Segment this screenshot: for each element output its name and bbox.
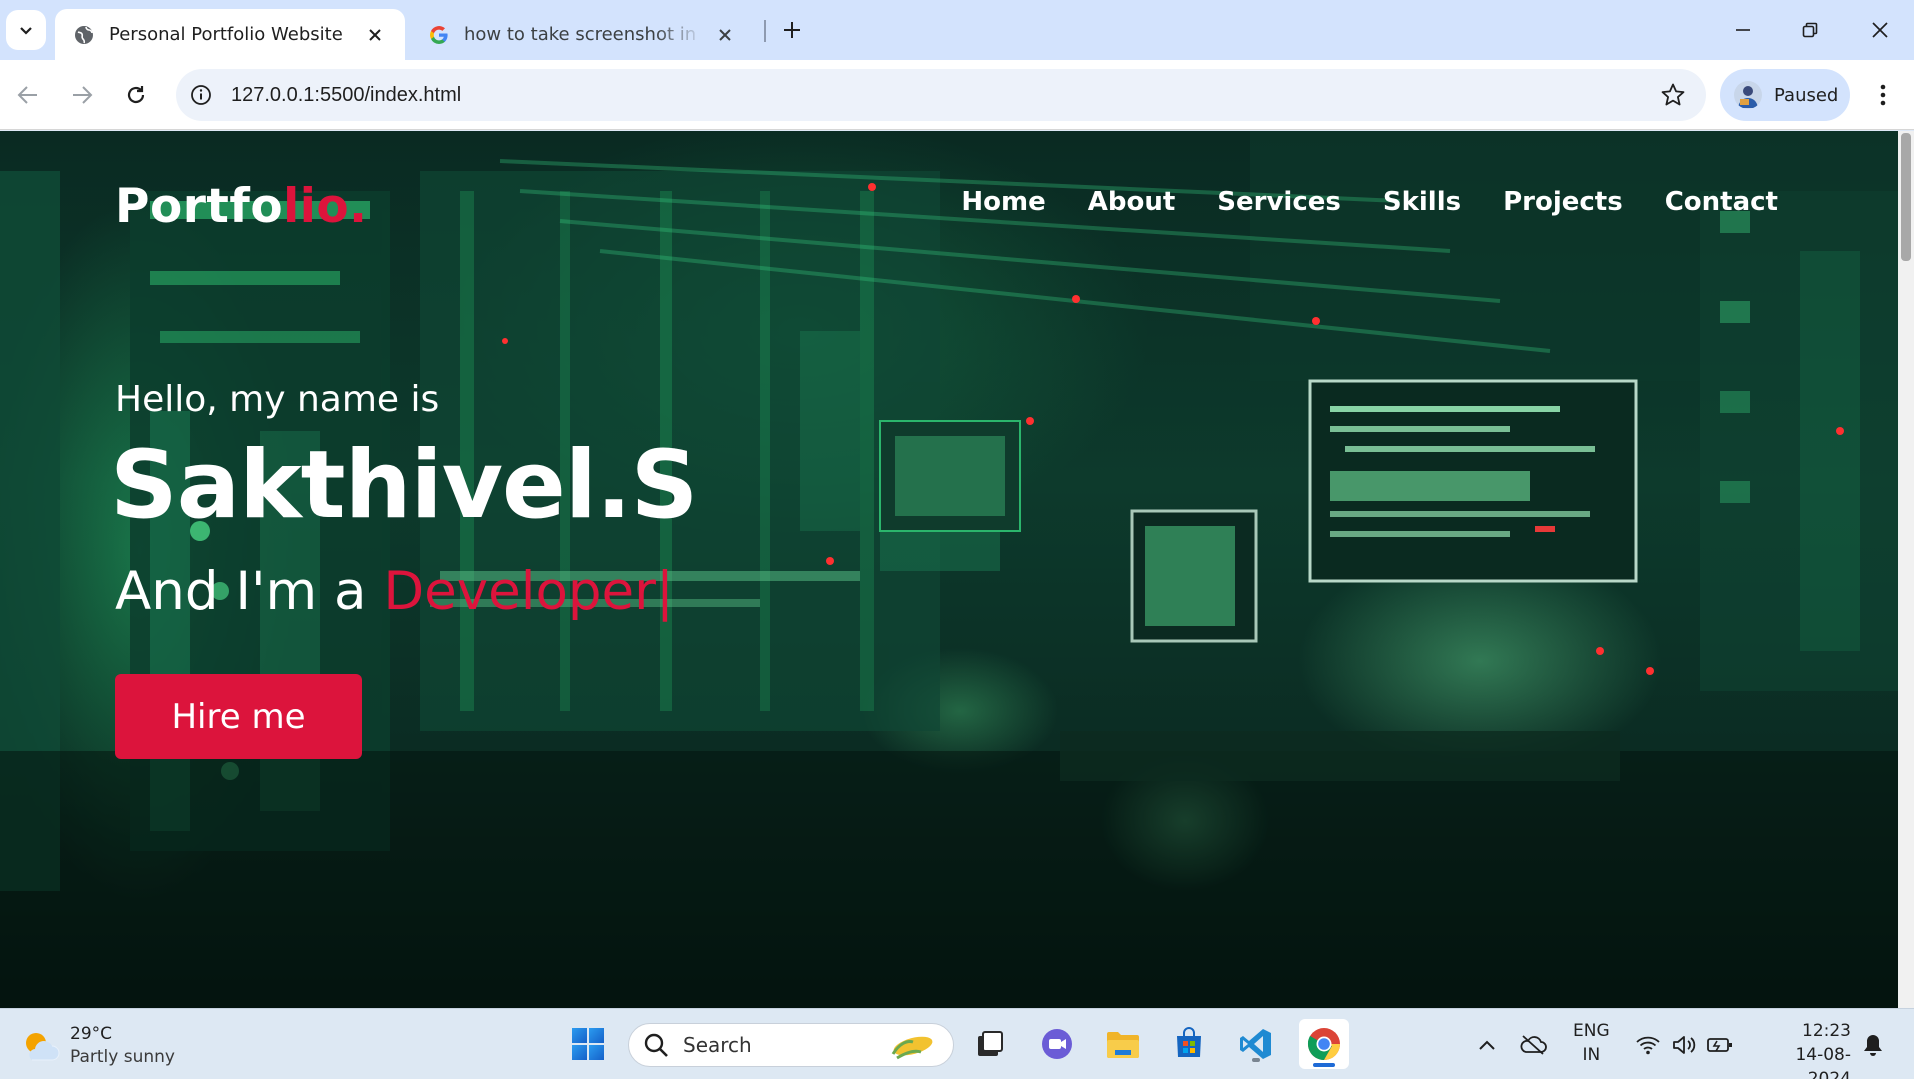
nav-skills[interactable]: Skills	[1383, 187, 1461, 217]
minimize-button[interactable]	[1713, 10, 1773, 50]
teams-chat-button[interactable]	[1035, 1022, 1079, 1066]
hero-role: And I'm a Developer|	[115, 561, 674, 622]
browser-toolbar: 127.0.0.1:5500/index.html Paused	[0, 60, 1914, 130]
partly-sunny-icon	[20, 1026, 60, 1066]
nav-contact[interactable]: Contact	[1665, 187, 1778, 217]
notifications-button[interactable]	[1859, 1031, 1887, 1059]
plus-icon	[784, 22, 800, 38]
wifi-button[interactable]	[1634, 1031, 1662, 1059]
close-tab-icon[interactable]	[363, 23, 387, 47]
vscode-icon	[1240, 1029, 1271, 1059]
site-info-icon[interactable]	[188, 82, 214, 108]
restore-button[interactable]	[1780, 10, 1840, 50]
arrow-right-icon	[73, 86, 93, 104]
clock-time: 12:23	[1802, 1021, 1851, 1041]
cloud-offline-icon	[1520, 1035, 1547, 1055]
weather-widget[interactable]: 29°C Partly sunny	[20, 1023, 175, 1069]
forward-button[interactable]	[62, 75, 102, 115]
browser-menu-button[interactable]	[1868, 75, 1898, 115]
teams-chat-icon	[1042, 1029, 1072, 1059]
hire-me-button[interactable]: Hire me	[115, 674, 362, 759]
wifi-icon	[1636, 1036, 1660, 1055]
taskbar-search-box[interactable]: Search	[628, 1023, 954, 1067]
search-placeholder: Search	[683, 1033, 752, 1057]
nav-services[interactable]: Services	[1217, 187, 1341, 217]
profile-button[interactable]: Paused	[1720, 69, 1850, 121]
logo-main: Portfo	[115, 179, 284, 234]
microsoft-store-button[interactable]	[1167, 1022, 1211, 1066]
tab-title: how to take screenshot in laptop	[464, 24, 703, 45]
language-indicator[interactable]: ENG IN	[1573, 1019, 1610, 1067]
close-tab-icon[interactable]	[713, 23, 737, 47]
arrow-left-icon	[17, 86, 37, 104]
url-text: 127.0.0.1:5500/index.html	[231, 84, 462, 106]
clock-date: 14-08-2024	[1795, 1045, 1851, 1079]
site-logo[interactable]: Portfolio.	[115, 179, 368, 234]
tab-search-button[interactable]	[6, 10, 46, 50]
search-icon	[644, 1033, 668, 1057]
tab-separator	[764, 20, 766, 42]
logo-accent: lio.	[283, 179, 368, 234]
active-app-indicator	[1313, 1063, 1335, 1067]
chevron-down-icon	[20, 27, 32, 35]
close-icon	[1872, 22, 1888, 38]
battery-charging-icon	[1707, 1038, 1732, 1052]
nav-about[interactable]: About	[1088, 187, 1176, 217]
weather-temperature: 29°C	[70, 1024, 113, 1044]
file-explorer-button[interactable]	[1101, 1022, 1145, 1066]
role-typed-text: Developer	[383, 561, 656, 622]
back-button[interactable]	[8, 75, 48, 115]
battery-button[interactable]	[1706, 1031, 1734, 1059]
new-tab-button[interactable]	[776, 14, 808, 46]
task-view-button[interactable]	[968, 1022, 1012, 1066]
bell-icon	[1864, 1035, 1882, 1056]
avatar	[1734, 81, 1762, 109]
profile-status: Paused	[1774, 84, 1839, 106]
address-bar[interactable]: 127.0.0.1:5500/index.html	[176, 69, 1706, 121]
corn-doodle-icon	[891, 1036, 933, 1060]
folder-icon	[1107, 1032, 1139, 1058]
clock[interactable]: 12:23 14-08-2024	[1753, 1019, 1851, 1079]
bookmark-star-icon[interactable]	[1660, 82, 1686, 108]
page-scrollbar[interactable]	[1898, 131, 1914, 1008]
scrollbar-thumb[interactable]	[1901, 133, 1911, 261]
start-button[interactable]	[566, 1022, 610, 1066]
running-indicator	[1252, 1058, 1260, 1062]
store-icon	[1177, 1027, 1201, 1057]
close-window-button[interactable]	[1850, 10, 1910, 50]
volume-icon	[1673, 1036, 1696, 1054]
chrome-button[interactable]	[1299, 1019, 1349, 1069]
tab-portfolio[interactable]: Personal Portfolio Website	[55, 9, 405, 60]
weather-condition: Partly sunny	[70, 1047, 175, 1067]
vscode-button[interactable]	[1234, 1022, 1278, 1066]
show-hidden-icons-button[interactable]	[1473, 1031, 1501, 1059]
nav-home[interactable]: Home	[961, 187, 1045, 217]
browser-tab-strip: Personal Portfolio Website how to take s…	[0, 0, 1914, 60]
chevron-up-icon	[1479, 1040, 1495, 1050]
volume-button[interactable]	[1670, 1031, 1698, 1059]
nav-projects[interactable]: Projects	[1503, 187, 1623, 217]
windows-logo-icon	[572, 1028, 604, 1060]
task-view-icon	[978, 1031, 1003, 1056]
onedrive-button[interactable]	[1519, 1031, 1547, 1059]
page-viewport: Portfolio. Home About Services Skills Pr…	[0, 131, 1898, 1008]
google-icon	[428, 24, 450, 46]
restore-icon	[1802, 22, 1818, 38]
more-vertical-icon	[1880, 84, 1886, 106]
reload-button[interactable]	[116, 75, 156, 115]
windows-taskbar: 29°C Partly sunny Search ENG IN 12:23 14…	[0, 1008, 1914, 1079]
minimize-icon	[1736, 29, 1750, 31]
role-prefix: And I'm a	[115, 561, 367, 622]
typing-cursor: |	[655, 561, 674, 622]
main-nav: Home About Services Skills Projects Cont…	[961, 187, 1778, 217]
globe-icon	[73, 24, 95, 46]
chrome-icon	[1307, 1028, 1340, 1060]
language-top: ENG	[1573, 1021, 1610, 1041]
reload-icon	[127, 86, 145, 104]
hero-name: Sakthivel.S	[110, 431, 698, 540]
hero-greeting: Hello, my name is	[115, 379, 440, 420]
tab-title: Personal Portfolio Website	[109, 24, 343, 45]
tab-google-search[interactable]: how to take screenshot in laptop	[410, 9, 755, 60]
language-bottom: IN	[1582, 1045, 1601, 1065]
